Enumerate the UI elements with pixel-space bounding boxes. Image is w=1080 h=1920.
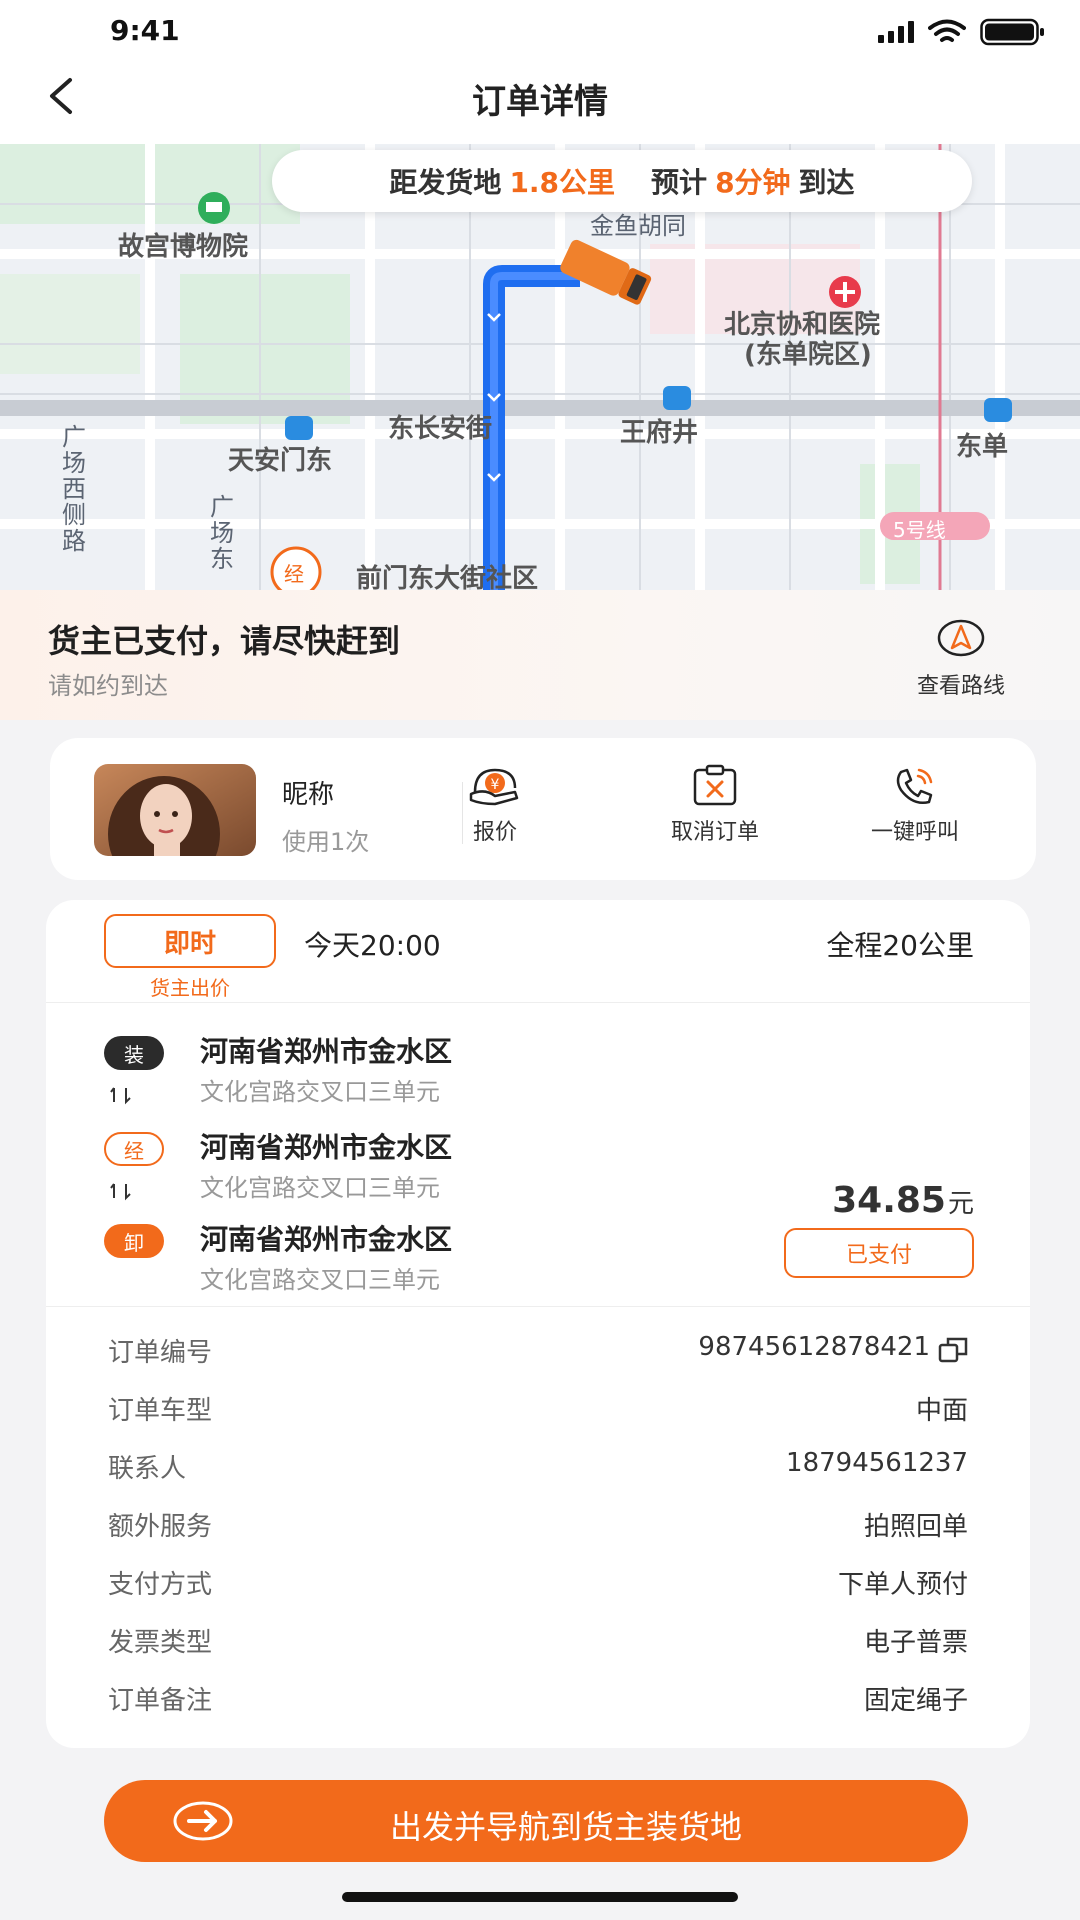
info-row-extra-service: 额外服务 拍照回单 xyxy=(108,1506,968,1546)
eta-value: 8分钟 xyxy=(715,166,791,199)
stop-connector xyxy=(108,1180,134,1207)
info-row-order-remark: 订单备注 固定绳子 xyxy=(108,1680,968,1720)
order-price: 34.85元 xyxy=(832,1180,974,1221)
copy-icon[interactable] xyxy=(938,1336,968,1364)
stop-connector xyxy=(108,1084,134,1111)
nav-bar: 订单详情 xyxy=(0,56,1080,144)
unloading-badge: 卸 xyxy=(104,1224,164,1258)
info-label: 额外服务 xyxy=(108,1512,213,1542)
loading-badge: 装 xyxy=(104,1036,164,1070)
eta-prefix: 预计 xyxy=(651,166,708,199)
map-label-guangchang-west: 广场西侧路 xyxy=(62,423,86,555)
info-value: 下单人预付 xyxy=(837,1570,968,1600)
navigation-icon xyxy=(937,619,985,657)
status-bar: 9:41 xyxy=(0,0,1080,56)
route-map[interactable]: 距发货地 1.8公里 预计 8分钟 到达 故宫博物院 金鱼胡同 北京协和医院 (东单院… xyxy=(0,144,1080,590)
eta-suffix: 到达 xyxy=(798,166,855,199)
map-via-badge: 经 xyxy=(284,562,304,586)
info-row-contact: 联系人 18794561237 xyxy=(108,1448,968,1488)
map-label-wangfujing: 王府井 xyxy=(620,418,699,448)
shipper-nickname: 昵称 xyxy=(282,780,335,810)
total-distance: 全程20公里 xyxy=(826,929,974,962)
wifi-icon xyxy=(928,19,966,42)
status-icons xyxy=(878,18,1046,46)
route-connector-icon xyxy=(110,1087,131,1105)
divider xyxy=(46,1306,1030,1307)
cancel-order-button[interactable]: 取消订单 xyxy=(640,764,790,846)
depart-navigate-button[interactable]: 出发并导航到货主装货地 xyxy=(104,1780,968,1862)
info-row-invoice-type: 发票类型 电子普票 xyxy=(108,1622,968,1662)
divider xyxy=(46,1002,1030,1003)
paid-status-button[interactable]: 已支付 xyxy=(784,1228,974,1278)
order-card: 即时 货主出价 今天20:00 全程20公里 装 河南省郑州市金水区 文化宫路交… xyxy=(46,900,1030,1748)
cancel-order-icon xyxy=(693,764,737,806)
info-label: 订单备注 xyxy=(108,1686,213,1716)
route-connector-icon xyxy=(110,1183,131,1201)
depart-navigate-label: 出发并导航到货主装货地 xyxy=(389,1808,742,1846)
info-label: 订单车型 xyxy=(108,1396,213,1426)
distance-eta-pill: 距发货地 1.8公里 预计 8分钟 到达 xyxy=(272,150,972,212)
map-label-tiananmen-east: 天安门东 xyxy=(228,446,333,476)
order-status-panel: 货主已支付，请尽快赶到 请如约到达 查看路线 xyxy=(0,590,1080,720)
departure-time: 今天20:00 xyxy=(304,929,441,962)
shipper-usage-count: 使用1次 xyxy=(282,828,370,856)
info-value: 中面 xyxy=(915,1396,968,1426)
quote-button[interactable]: ¥ 报价 xyxy=(420,764,570,846)
map-label-community: 前门东大街社区 xyxy=(356,564,539,590)
shipper-card: 昵称 使用1次 ¥ 报价 取消订单 一键呼叫 xyxy=(50,738,1036,880)
price-value: 34.85 xyxy=(832,1180,946,1221)
cancel-order-label: 取消订单 xyxy=(670,820,759,845)
status-time: 9:41 xyxy=(110,14,180,47)
info-row-payment-method: 支付方式 下单人预付 xyxy=(108,1564,968,1604)
home-indicator[interactable] xyxy=(342,1892,738,1902)
view-route-label: 查看路线 xyxy=(916,674,1005,699)
distance-prefix: 距发货地 xyxy=(389,166,502,199)
avatar[interactable] xyxy=(94,764,256,856)
distance-value: 1.8公里 xyxy=(509,166,616,199)
avatar-image xyxy=(94,764,256,856)
stop-via: 经 河南省郑州市金水区 文化宫路交叉口三单元 xyxy=(104,1126,704,1202)
info-label: 联系人 xyxy=(108,1454,187,1484)
price-unit: 元 xyxy=(947,1189,974,1219)
stop-address: 河南省郑州市金水区 xyxy=(200,1131,453,1164)
one-tap-call-button[interactable]: 一键呼叫 xyxy=(840,764,990,846)
one-tap-call-label: 一键呼叫 xyxy=(870,820,959,845)
battery-icon xyxy=(980,18,1044,46)
svg-text:¥: ¥ xyxy=(491,777,500,793)
map-label-line5: 5号线 xyxy=(893,518,946,542)
via-badge: 经 xyxy=(104,1132,164,1166)
phone-call-icon xyxy=(896,768,933,804)
map-label-museum: 故宫博物院 xyxy=(118,232,249,262)
info-value: 拍照回单 xyxy=(863,1512,968,1542)
info-label: 支付方式 xyxy=(108,1570,213,1600)
page-title: 订单详情 xyxy=(472,82,608,122)
order-status-subtitle: 请如约到达 xyxy=(48,672,168,700)
quote-label: 报价 xyxy=(472,820,517,845)
quote-icon: ¥ xyxy=(469,768,519,806)
signal-icon xyxy=(878,21,914,43)
info-row-order-number: 订单编号 98745612878421 xyxy=(108,1332,968,1372)
stop-loading: 装 河南省郑州市金水区 文化宫路交叉口三单元 xyxy=(104,1030,704,1106)
map-label-dongchangan: 东长安街 xyxy=(388,414,493,444)
info-value: 电子普票 xyxy=(863,1628,968,1658)
map-label-dongdan: 东单 xyxy=(956,432,1009,462)
order-number-value: 98745612878421 xyxy=(698,1332,930,1362)
stop-address-detail: 文化宫路交叉口三单元 xyxy=(200,1174,440,1202)
stop-address-detail: 文化宫路交叉口三单元 xyxy=(200,1078,440,1106)
map-label-hospital-branch: (东单院区) xyxy=(744,340,872,370)
info-value: 18794561237 xyxy=(786,1448,968,1478)
order-status-title: 货主已支付，请尽快赶到 xyxy=(48,622,401,660)
stop-address: 河南省郑州市金水区 xyxy=(200,1035,453,1068)
info-label: 发票类型 xyxy=(108,1628,213,1658)
info-row-vehicle-type: 订单车型 中面 xyxy=(108,1390,968,1430)
view-route-button[interactable]: 查看路线 xyxy=(896,618,1026,700)
stop-address-detail: 文化宫路交叉口三单元 xyxy=(200,1266,440,1294)
info-value: 固定绳子 xyxy=(863,1686,968,1716)
info-label: 订单编号 xyxy=(108,1338,213,1368)
stop-address: 河南省郑州市金水区 xyxy=(200,1223,453,1256)
stop-unloading: 卸 河南省郑州市金水区 文化宫路交叉口三单元 xyxy=(104,1218,704,1294)
instant-tag: 即时 xyxy=(104,914,276,968)
shipper-bid-label: 货主出价 xyxy=(150,976,230,1000)
map-label-guangchang-east: 广场东 xyxy=(210,493,234,573)
